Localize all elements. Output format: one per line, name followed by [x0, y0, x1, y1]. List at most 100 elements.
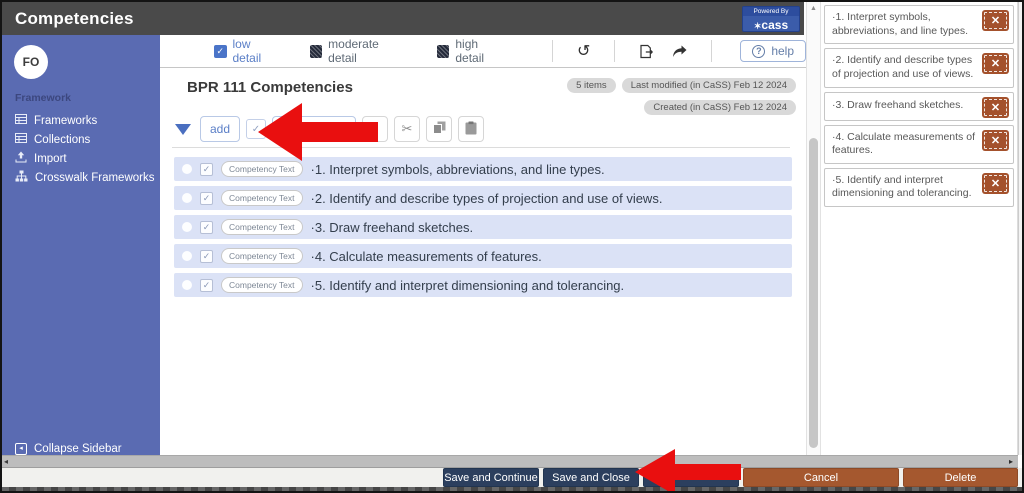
selected-competency-card: ·1. Interpret symbols, abbreviations, an…: [824, 5, 1014, 45]
selected-competency-text: ·5. Identify and interpret dimensioning …: [832, 173, 972, 200]
competency-row[interactable]: ✓ Competency Text ·4. Calculate measurem…: [174, 244, 792, 268]
sidebar-item-import[interactable]: Import: [2, 149, 160, 168]
selected-competency-text: ·1. Interpret symbols, abbreviations, an…: [832, 11, 969, 37]
sidebar-item-crosswalk-frameworks[interactable]: Crosswalk Frameworks: [2, 168, 160, 187]
export-icon[interactable]: [639, 44, 654, 59]
vertical-scrollbar-thumb[interactable]: [809, 138, 818, 448]
undo-icon[interactable]: ↺: [577, 41, 590, 61]
sidebar-item-label: Import: [34, 152, 67, 165]
top-header: Competencies Powered By ✶cass: [2, 2, 804, 35]
competency-row[interactable]: ✓ Competency Text ·2. Identify and descr…: [174, 186, 792, 210]
copy-button[interactable]: [426, 116, 452, 142]
competency-row[interactable]: ✓ Competency Text ·5. Identify and inter…: [174, 273, 792, 297]
drag-handle-dot[interactable]: [182, 251, 192, 261]
detail-grid-icon[interactable]: [436, 44, 450, 58]
high-detail-option[interactable]: high detail: [436, 37, 508, 65]
sidebar-item-label: Collections: [34, 133, 91, 146]
selected-competency-text: ·2. Identify and describe types of proje…: [832, 54, 974, 80]
save-and-continue-button[interactable]: Save and Continue: [443, 468, 539, 487]
row-checkbox[interactable]: ✓: [200, 220, 213, 234]
row-checkbox[interactable]: ✓: [200, 162, 213, 176]
selected-competency-card: ·5. Identify and interpret dimensioning …: [824, 167, 1014, 208]
competency-text: ·4. Calculate measurements of features.: [310, 248, 542, 264]
table-icon: [15, 132, 27, 147]
collapse-sidebar-label: Collapse Sidebar: [34, 443, 122, 455]
horizontal-scrollbar[interactable]: ◂ ▸: [2, 455, 1018, 468]
sidebar-item-label: Frameworks: [34, 114, 98, 127]
sidebar-item-label: Crosswalk Frameworks: [35, 171, 155, 184]
selected-competencies-panel: ·1. Interpret symbols, abbreviations, an…: [821, 2, 1018, 455]
share-icon[interactable]: [672, 45, 687, 58]
annotation-arrow-footer: [635, 449, 741, 491]
remove-button[interactable]: ✕: [982, 53, 1009, 75]
scissors-icon: ✂: [401, 121, 413, 136]
competency-text: ·5. Identify and interpret dimensioning …: [310, 277, 625, 293]
collapse-icon: ◂: [15, 443, 27, 455]
selected-competency-card: ·4. Calculate measurements of features. …: [824, 124, 1014, 164]
page-title: Competencies: [15, 9, 134, 28]
selected-competency-card: ·3. Draw freehand sketches. ✕: [824, 91, 1014, 121]
toolbar-divider: [711, 40, 713, 62]
detail-toolbar: ✓ low detail moderate detail high detail…: [160, 35, 807, 68]
collapse-sidebar-button[interactable]: ◂ Collapse Sidebar: [15, 443, 122, 455]
low-detail-option[interactable]: ✓ low detail: [214, 37, 281, 65]
sidebar-nav: Frameworks Collections Import Crosswalk …: [2, 111, 160, 187]
moderate-detail-option[interactable]: moderate detail: [309, 37, 408, 65]
toolbar-divider: [552, 40, 553, 62]
drag-handle-dot[interactable]: [182, 193, 192, 203]
competency-text: ·2. Identify and describe types of proje…: [310, 190, 663, 206]
selected-competency-card: ·2. Identify and describe types of proje…: [824, 48, 1014, 88]
help-button[interactable]: ? help: [740, 40, 807, 62]
avatar[interactable]: FO: [14, 45, 48, 79]
bottom-window-edge: [2, 487, 1022, 491]
competency-text: ·3. Draw freehand sketches.: [310, 219, 474, 235]
scroll-left-icon[interactable]: ◂: [4, 456, 8, 467]
question-icon: ?: [752, 44, 766, 58]
sidebar-item-frameworks[interactable]: Frameworks: [2, 111, 160, 130]
items-count-badge: 5 items: [567, 78, 616, 93]
delete-button[interactable]: Delete: [903, 468, 1018, 487]
remove-button[interactable]: ✕: [982, 10, 1009, 31]
competency-row[interactable]: ✓ Competency Text ·3. Draw freehand sket…: [174, 215, 792, 239]
app-window: Competencies Powered By ✶cass FO Framewo…: [0, 0, 1024, 493]
table-icon: [15, 113, 27, 128]
sidebar-section-label: Framework: [15, 92, 72, 104]
drag-handle-dot[interactable]: [182, 164, 192, 174]
row-checkbox[interactable]: ✓: [200, 278, 213, 292]
upload-icon: [15, 151, 27, 166]
help-label: help: [771, 44, 795, 58]
toolbar-divider: [614, 40, 616, 62]
row-checkbox[interactable]: ✓: [200, 191, 213, 205]
selected-competency-text: ·3. Draw freehand sketches.: [832, 99, 964, 112]
drag-handle-dot[interactable]: [182, 280, 192, 290]
detail-grid-icon[interactable]: [309, 44, 323, 58]
copy-icon: [432, 121, 446, 137]
window-right-edge: [1018, 2, 1022, 455]
vertical-scrollbar[interactable]: ▲: [806, 2, 821, 455]
save-and-close-button[interactable]: Save and Close: [543, 468, 639, 487]
drag-handle-dot[interactable]: [182, 222, 192, 232]
clipboard-icon: [465, 121, 477, 138]
sidebar: FO Framework Frameworks Collections Impo…: [2, 35, 160, 455]
powered-by-label: Powered By: [743, 7, 799, 16]
row-checkbox[interactable]: ✓: [200, 249, 213, 263]
remove-button[interactable]: ✕: [982, 96, 1009, 118]
main-content: ✓ low detail moderate detail high detail…: [160, 35, 807, 455]
cancel-button[interactable]: Cancel: [743, 468, 899, 487]
scroll-up-icon[interactable]: ▲: [807, 2, 820, 16]
powered-by-badge: Powered By ✶cass: [742, 6, 800, 32]
type-badge: Competency Text: [221, 248, 303, 264]
scroll-right-icon[interactable]: ▸: [1009, 456, 1013, 467]
selected-competency-text: ·4. Calculate measurements of features.: [832, 130, 975, 157]
remove-button[interactable]: ✕: [982, 172, 1009, 194]
add-button[interactable]: add: [200, 116, 240, 142]
sidebar-item-collections[interactable]: Collections: [2, 130, 160, 149]
competency-list: ✓ Competency Text ·1. Interpret symbols,…: [174, 157, 792, 302]
cut-button[interactable]: ✂: [394, 116, 420, 142]
created-badge: Created (in CaSS) Feb 12 2024: [644, 100, 796, 115]
type-badge: Competency Text: [221, 190, 303, 206]
remove-button[interactable]: ✕: [982, 129, 1009, 151]
checked-checkbox-icon[interactable]: ✓: [214, 44, 227, 58]
paste-button[interactable]: [458, 116, 484, 142]
chevron-down-icon[interactable]: [175, 123, 191, 135]
